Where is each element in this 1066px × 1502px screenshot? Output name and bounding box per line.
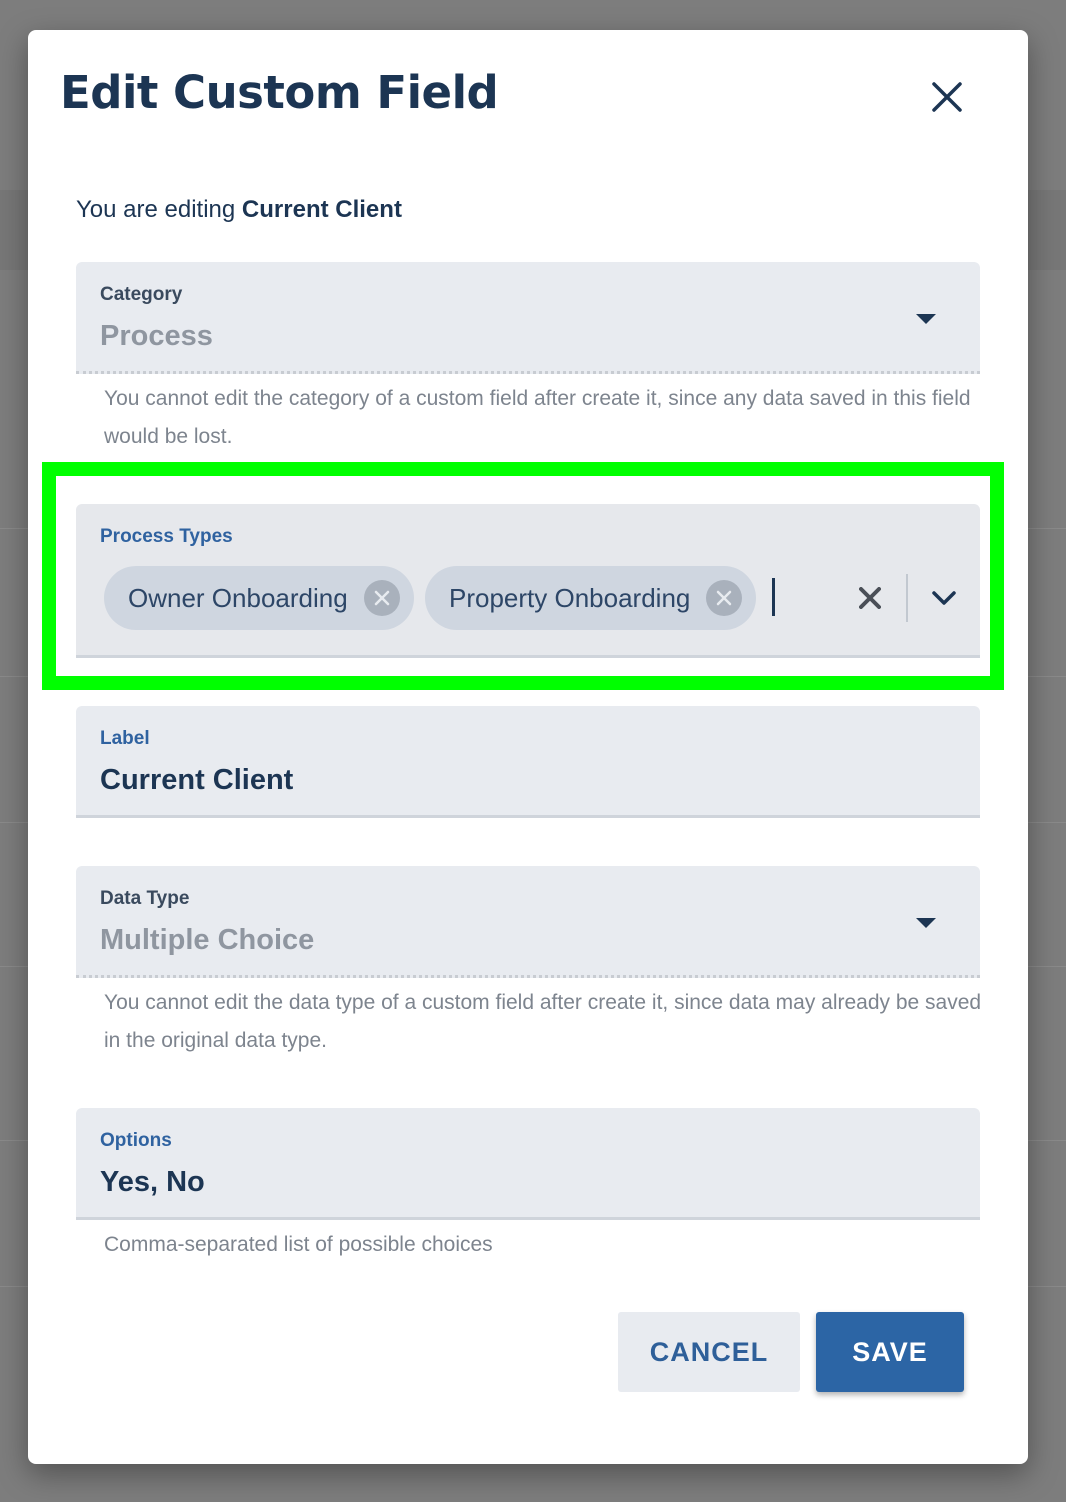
- data-type-value: Multiple Choice: [100, 924, 315, 956]
- highlight-box: [42, 462, 1004, 690]
- close-button[interactable]: [926, 76, 968, 118]
- options-input[interactable]: Options Yes, No: [76, 1108, 980, 1220]
- editing-prefix: You are editing: [76, 196, 242, 223]
- field-underline: [76, 371, 980, 374]
- options-label: Options: [100, 1130, 172, 1151]
- close-icon: [932, 82, 962, 112]
- editing-target: Current Client: [241, 196, 402, 223]
- caret-down-icon: [916, 918, 936, 928]
- field-underline: [76, 975, 980, 978]
- category-value: Process: [100, 320, 213, 352]
- label-input[interactable]: Label Current Client: [76, 706, 980, 818]
- save-button[interactable]: SAVE: [816, 1312, 964, 1392]
- label-field-value: Current Client: [100, 764, 294, 796]
- data-type-label: Data Type: [100, 888, 190, 909]
- cancel-button[interactable]: CANCEL: [618, 1312, 800, 1392]
- category-label: Category: [100, 284, 183, 305]
- editing-context: You are editing Current Client: [76, 196, 402, 224]
- data-type-select[interactable]: Data Type Multiple Choice: [76, 866, 980, 978]
- caret-down-icon: [916, 314, 936, 324]
- field-underline: [76, 1217, 980, 1220]
- options-value: Yes, No: [100, 1166, 205, 1198]
- dialog-title: Edit Custom Field: [60, 66, 499, 119]
- category-select[interactable]: Category Process: [76, 262, 980, 374]
- category-helper-text: You cannot edit the category of a custom…: [104, 387, 971, 448]
- label-field-label: Label: [100, 728, 150, 749]
- field-underline: [76, 815, 980, 818]
